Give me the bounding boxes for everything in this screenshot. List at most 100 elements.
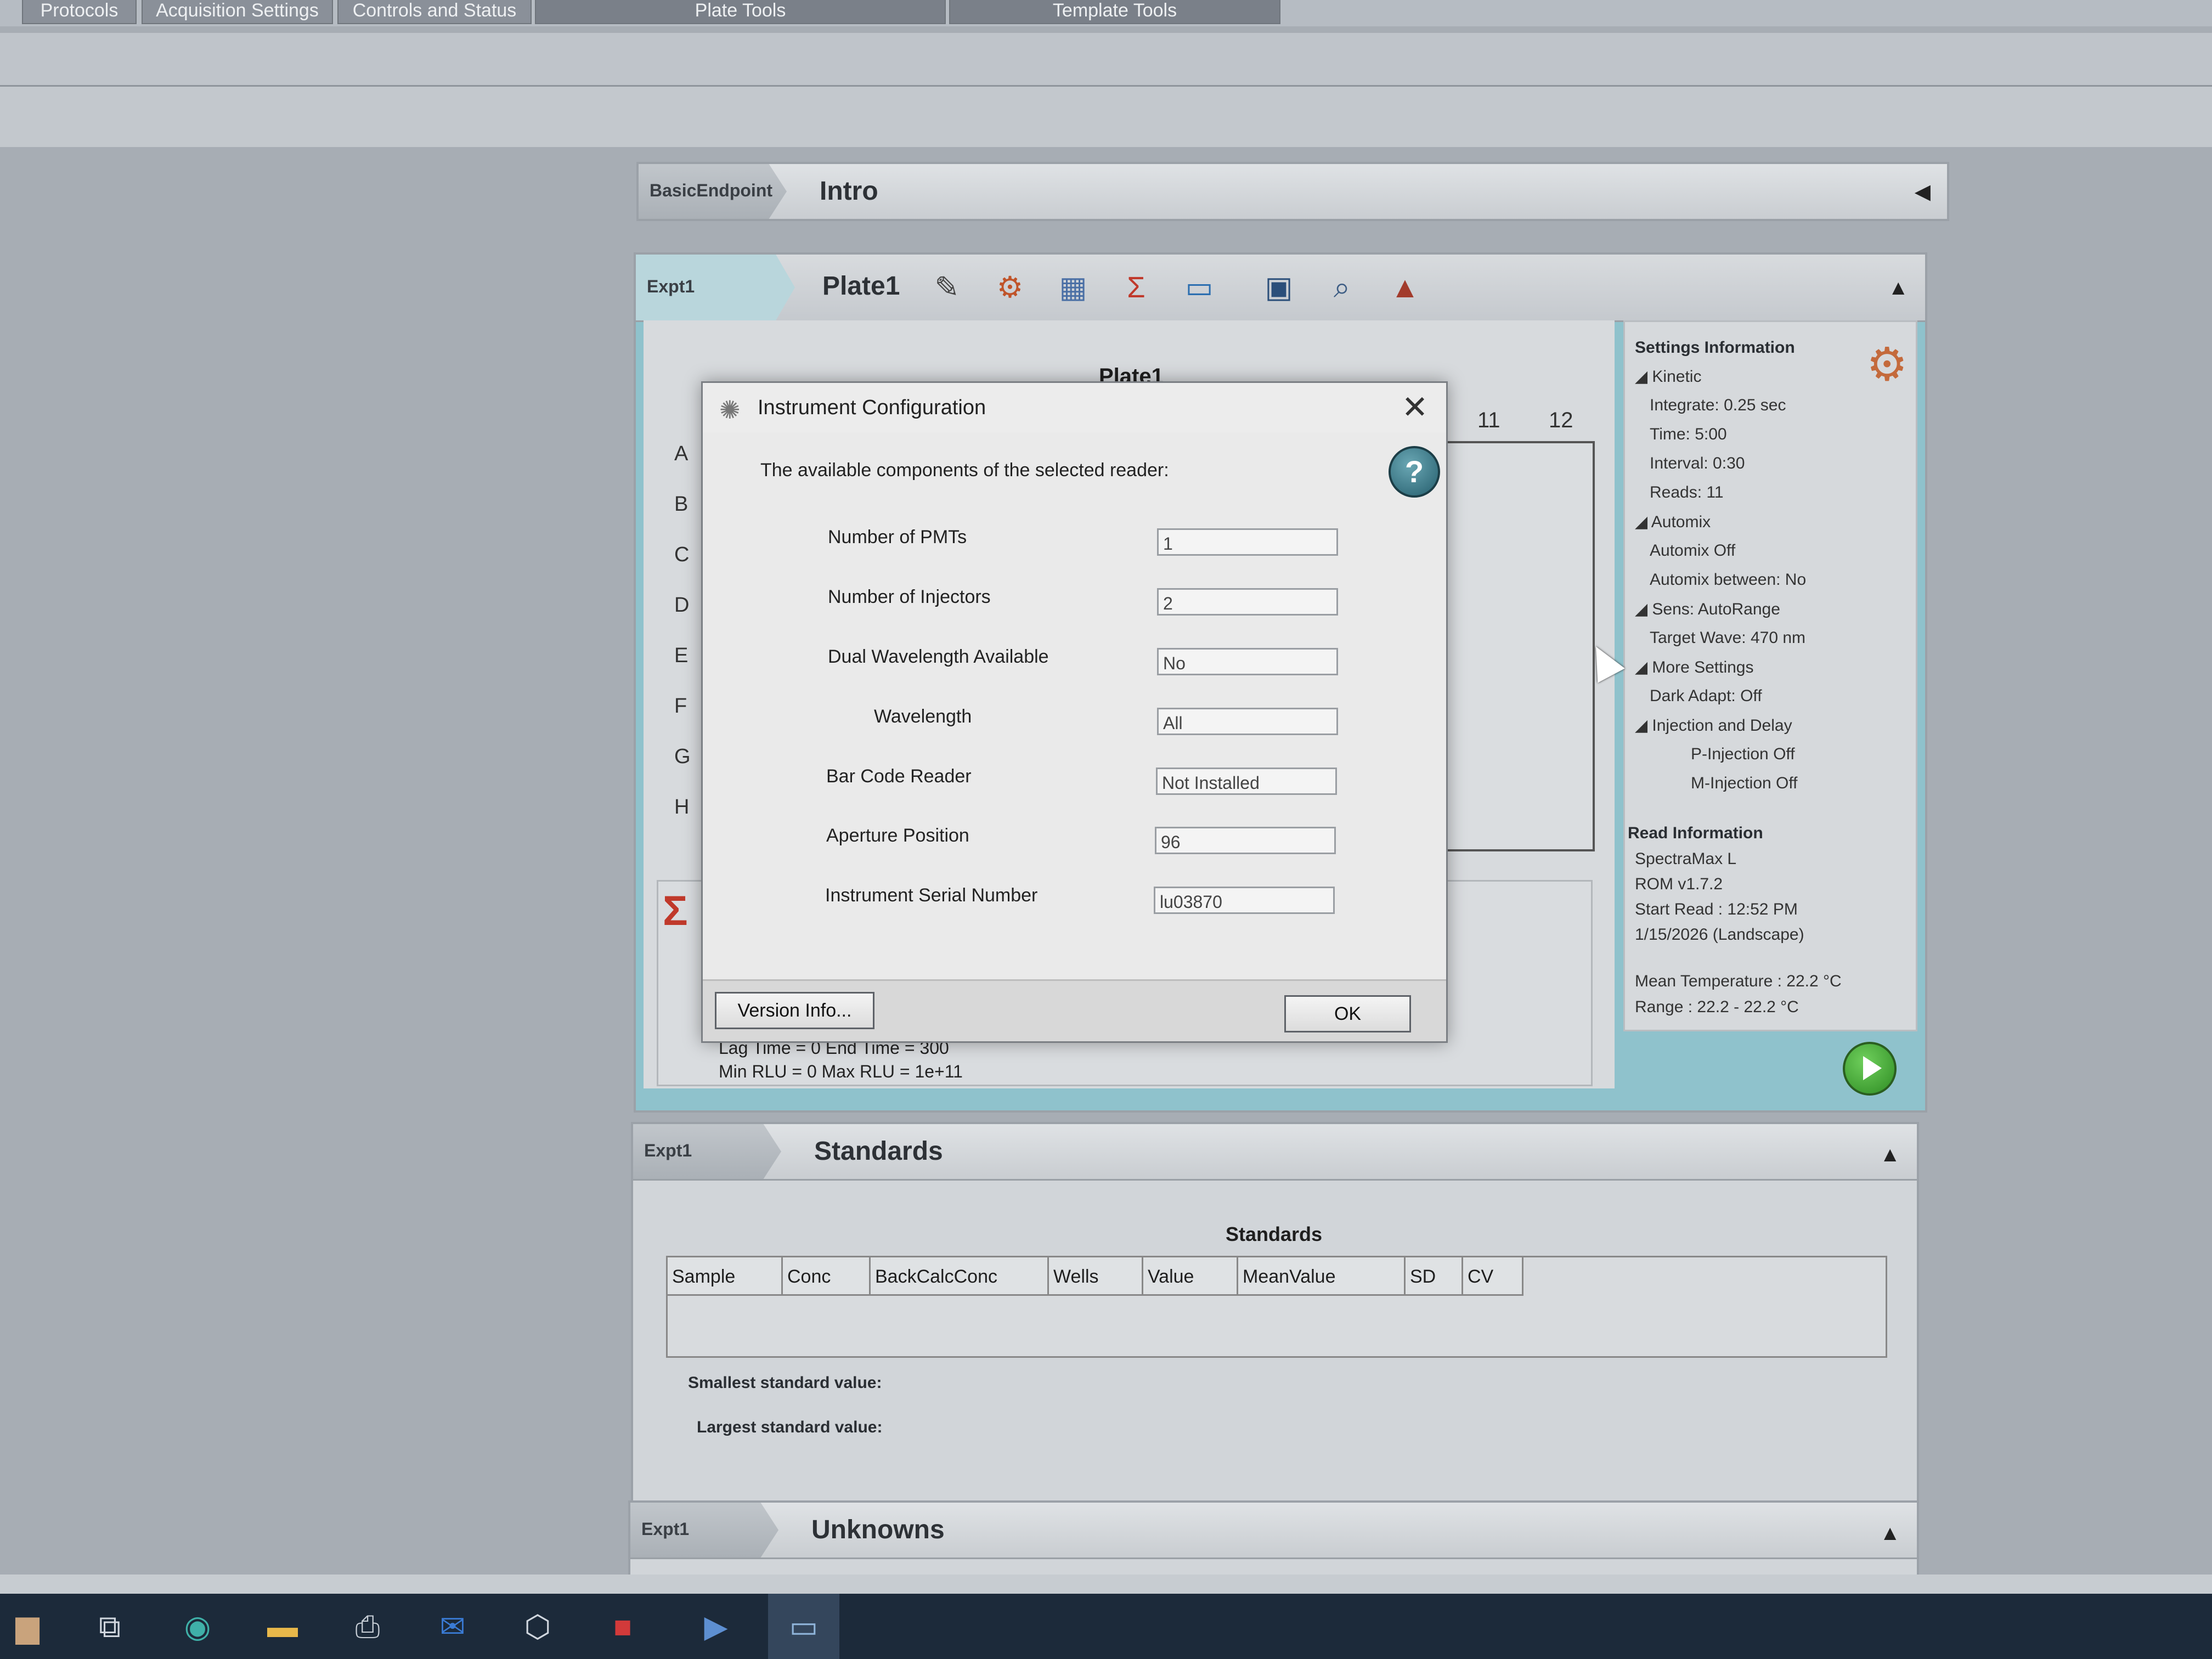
column-label: 12 [1549,408,1573,432]
settings-injection[interactable]: ◢ Injection and Delay [1635,716,1792,735]
column-header[interactable]: SD [1406,1257,1463,1296]
pmt-count-field: 1 [1157,528,1338,556]
cube-icon[interactable]: ⬡ [516,1594,560,1659]
settings-more[interactable]: ◢ More Settings [1635,658,1754,677]
zoom-icon[interactable]: ⌕ [1324,270,1359,305]
read-information-title: Read Information [1628,824,1763,842]
file-explorer-icon[interactable]: ▬ [261,1594,304,1659]
row-label: G [674,745,691,768]
tab-acquisition-settings[interactable]: Acquisition Settings [142,0,333,24]
section-title: Plate1 [822,272,900,301]
column-header[interactable]: CV [1463,1257,1523,1296]
plate-section-header: Expt1 Plate1 ✎ ⚙ ▦ Σ ▭ ▣ ⌕ ▲ ▲ [636,255,1925,322]
triangle-up-icon[interactable]: ▲ [1880,1522,1900,1545]
settings-automix[interactable]: ◢ Automix [1635,512,1711,532]
dialog-title: Instrument Configuration [758,396,986,419]
graph-icon[interactable]: ▣ [1261,270,1296,305]
softmax-icon[interactable]: ▭ [768,1594,839,1659]
section-title: Intro [820,177,878,206]
magic-wand-icon[interactable]: ✎ [929,270,964,305]
read-value: Start Read : 12:52 PM [1635,900,1798,918]
ok-button[interactable]: OK [1284,995,1411,1032]
settings-kinetic[interactable]: ◢ Kinetic [1635,367,1701,386]
tab-plate-tools[interactable]: Plate Tools [535,0,946,24]
setting-value: Interval: 0:30 [1650,454,1745,472]
plate-grid[interactable] [1434,441,1595,851]
triangle-left-icon[interactable]: ◀ [1915,179,1931,204]
setting-value: Dark Adapt: Off [1650,687,1762,705]
bar-code-reader-field: Not Installed [1156,768,1337,795]
row-label: H [674,795,690,819]
sigma-icon: Σ [663,888,688,934]
read-value: SpectraMax L [1635,850,1737,868]
standards-section: Expt1 Standards ▲ Standards Sample Conc … [631,1122,1919,1505]
row-label: C [674,543,690,566]
unknowns-section-header: Expt1 Unknowns ▲ [630,1503,1917,1559]
mail-icon[interactable]: ✉ [431,1594,475,1659]
gear-icon[interactable]: ⚙ [1866,337,1908,391]
standards-table[interactable]: Sample Conc BackCalcConc Wells Value Mea… [666,1256,1887,1358]
triangle-up-icon[interactable]: ▲ [1880,1143,1900,1167]
printer-icon[interactable]: ⎙ [346,1594,390,1659]
triangle-up-icon[interactable]: ▲ [1888,276,1909,300]
field-label: Instrument Serial Number [825,885,1038,906]
display-icon[interactable]: ▭ [1182,270,1217,305]
field-label: Dual Wavelength Available [828,646,1049,667]
dialog-footer: Version Info... OK [703,979,1446,1041]
settings-title: Settings Information [1635,338,1795,357]
injector-count-field: 2 [1157,588,1338,616]
dual-wavelength-field: No [1157,648,1338,675]
setting-value: Target Wave: 470 nm [1650,629,1806,647]
field-label: Bar Code Reader [826,766,972,787]
plate-layout-icon[interactable]: ⚙ [992,270,1028,305]
template-icon[interactable]: ▦ [1056,270,1091,305]
field-label: Number of PMTs [828,527,967,548]
row-label: B [674,493,689,516]
tab-template-tools[interactable]: Template Tools [949,0,1280,24]
settings-sens[interactable]: ◢ Sens: AutoRange [1635,600,1780,619]
setting-value: M-Injection Off [1691,774,1798,792]
row-label: D [674,594,690,617]
column-header[interactable]: BackCalcConc [871,1257,1049,1296]
serial-number-field: lu03870 [1154,887,1335,914]
reduction-line: Min RLU = 0 Max RLU = 1e+11 [719,1062,963,1081]
app-icon[interactable]: ▆ [5,1594,49,1659]
settings-information-panel: Settings Information ⚙ ◢ Kinetic Integra… [1623,320,1917,1031]
column-header[interactable]: MeanValue [1238,1257,1406,1296]
instrument-configuration-dialog: ✺ Instrument Configuration ✕ The availab… [701,381,1448,1043]
column-header[interactable]: Conc [783,1257,871,1296]
setting-value: Automix Off [1650,541,1736,560]
setting-value: Integrate: 0.25 sec [1650,396,1786,414]
read-value: ROM v1.7.2 [1635,875,1723,893]
dialog-description: The available components of the selected… [760,460,1169,481]
column-header[interactable]: Wells [1049,1257,1143,1296]
terminal-icon[interactable]: ▶ [694,1594,738,1659]
taskbar: ▆ ⧉ ◉ ▬ ⎙ ✉ ⬡ ■ ▶ ▭ [0,1594,2212,1659]
tab-controls-and-status[interactable]: Controls and Status [337,0,532,24]
field-label: Number of Injectors [828,586,991,607]
field-label: Aperture Position [826,825,969,846]
mask-icon[interactable]: ▲ [1387,270,1423,305]
task-view-icon[interactable]: ⧉ [88,1594,132,1659]
section-name-tab: Expt1 [633,1124,781,1179]
version-info-button[interactable]: Version Info... [715,992,874,1029]
help-icon[interactable]: ? [1389,446,1440,498]
app-red-icon[interactable]: ■ [601,1594,645,1659]
section-name-tab: Expt1 [636,255,795,320]
ribbon-toolbar [0,33,2212,87]
reduction-sigma-icon[interactable]: Σ [1119,270,1154,305]
edge-icon[interactable]: ◉ [176,1594,219,1659]
ribbon-toolbar-lower [0,87,2212,147]
tab-protocols[interactable]: Protocols [22,0,137,24]
standards-caption: Standards [1226,1223,1323,1245]
wavelength-field: All [1157,708,1338,735]
standards-section-header: Expt1 Standards ▲ [633,1124,1917,1181]
setting-value: P-Injection Off [1691,745,1795,763]
close-icon[interactable]: ✕ [1396,388,1434,427]
setting-value: Automix between: No [1650,571,1807,589]
play-icon[interactable] [1843,1042,1897,1096]
column-header[interactable]: Value [1143,1257,1238,1296]
intro-section-header[interactable]: BasicEndpoint Intro ◀ [639,164,1947,221]
column-header[interactable]: Sample [668,1257,783,1296]
dialog-titlebar[interactable]: ✺ Instrument Configuration ✕ [703,383,1446,432]
